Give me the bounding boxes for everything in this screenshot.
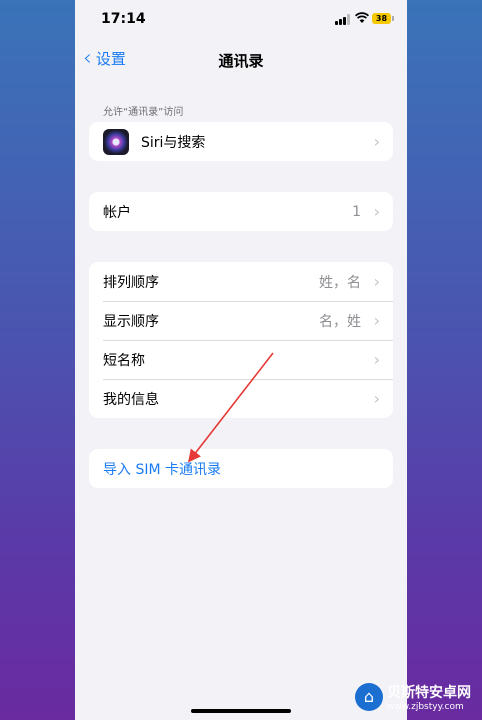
watermark-logo-icon: ⌂: [355, 683, 383, 711]
siri-icon: [103, 128, 129, 155]
chevron-right-icon: ›: [373, 350, 380, 369]
import-group: 导入 SIM 卡通讯录: [89, 449, 393, 488]
chevron-right-icon: ›: [373, 311, 380, 330]
sort-order-label: 排列顺序: [103, 274, 159, 291]
account-group: 帐户 1 ›: [89, 192, 393, 231]
status-bar: 17:14 38: [75, 0, 407, 40]
phone-screen: 17:14 38 ‹ 设置 通讯录 允许“通讯录”访问 Siri与搜索 › 帐户…: [75, 0, 407, 720]
short-name-label: 短名称: [103, 352, 145, 369]
battery-icon: 38: [372, 13, 394, 24]
sort-order-row[interactable]: 排列顺序 姓，名 ›: [89, 262, 393, 301]
wifi-icon: [355, 12, 369, 23]
access-group: Siri与搜索 ›: [89, 122, 393, 161]
chevron-right-icon: ›: [373, 389, 380, 408]
settings-group: 排列顺序 姓，名 › 显示顺序 名，姓 › 短名称 › 我的信息 ›: [89, 262, 393, 418]
watermark: ⌂ 贝斯特安卓网 www.zjbstyy.com: [355, 682, 471, 712]
siri-search-row[interactable]: Siri与搜索 ›: [89, 122, 393, 161]
siri-row-label: Siri与搜索: [141, 134, 206, 151]
sort-order-value: 姓，名: [319, 274, 361, 291]
chevron-right-icon: ›: [373, 202, 380, 221]
display-order-label: 显示顺序: [103, 313, 159, 330]
watermark-url: www.zjbstyy.com: [387, 702, 464, 712]
display-order-value: 名，姓: [319, 313, 361, 330]
short-name-row[interactable]: 短名称 ›: [89, 340, 393, 379]
my-info-label: 我的信息: [103, 391, 159, 408]
import-sim-contacts-label: 导入 SIM 卡通讯录: [103, 461, 221, 478]
my-info-row[interactable]: 我的信息 ›: [89, 379, 393, 418]
home-indicator: [191, 709, 291, 713]
page-title: 通讯录: [218, 52, 264, 70]
chevron-right-icon: ›: [373, 272, 380, 291]
accounts-row[interactable]: 帐户 1 ›: [89, 192, 393, 231]
status-time: 17:14: [101, 11, 146, 27]
accounts-count: 1: [352, 203, 361, 220]
section-header-access: 允许“通讯录”访问: [103, 107, 184, 118]
import-sim-contacts-button[interactable]: 导入 SIM 卡通讯录: [89, 449, 393, 488]
accounts-row-label: 帐户: [103, 204, 131, 221]
watermark-title: 贝斯特安卓网: [387, 685, 471, 701]
chevron-right-icon: ›: [373, 132, 380, 151]
navigation-bar: ‹ 设置 通讯录: [75, 44, 407, 74]
cellular-signal-icon: [335, 14, 351, 25]
display-order-row[interactable]: 显示顺序 名，姓 ›: [89, 301, 393, 340]
